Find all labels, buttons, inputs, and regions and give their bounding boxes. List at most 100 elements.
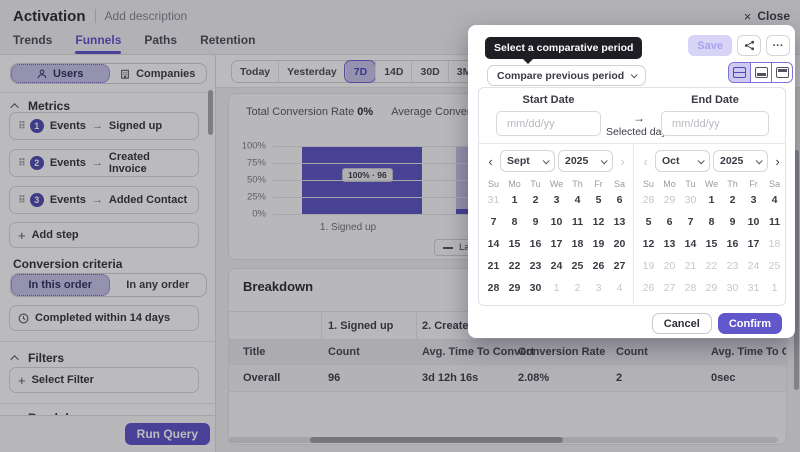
calendar-day[interactable]: 7: [483, 216, 504, 228]
calendar-day[interactable]: 3: [546, 194, 567, 206]
calendar-week-row: 567891011: [638, 211, 785, 233]
calendar-day[interactable]: 11: [567, 216, 588, 228]
calendar-day[interactable]: 6: [609, 194, 630, 206]
calendar-day[interactable]: 17: [743, 238, 764, 250]
year-select[interactable]: 2025: [558, 150, 613, 172]
calendar-day[interactable]: 14: [483, 238, 504, 250]
view-table-button[interactable]: [771, 63, 792, 82]
calendar-day[interactable]: 8: [701, 216, 722, 228]
view-split-button[interactable]: [729, 63, 750, 82]
calendar-day[interactable]: 30: [525, 282, 546, 294]
calendar-day[interactable]: 22: [504, 260, 525, 272]
calendar-day: 21: [680, 260, 701, 272]
calendar-day: 30: [680, 194, 701, 206]
calendar-day[interactable]: 2: [722, 194, 743, 206]
start-date-label: Start Date: [496, 94, 601, 106]
weekday-label: Fr: [743, 179, 764, 189]
confirm-button[interactable]: Confirm: [718, 313, 782, 334]
month-select[interactable]: Sept: [500, 150, 555, 172]
month-select[interactable]: Oct: [655, 150, 710, 172]
calendar-day[interactable]: 5: [588, 194, 609, 206]
calendar-day[interactable]: 14: [680, 238, 701, 250]
weekday-label: Fr: [588, 179, 609, 189]
calendar-day[interactable]: 28: [483, 282, 504, 294]
calendar-day[interactable]: 4: [764, 194, 785, 206]
calendar-day[interactable]: 15: [504, 238, 525, 250]
chevron-down-icon: [543, 157, 550, 164]
calendar-week-row: 12131415161718: [638, 233, 785, 255]
app-window: Activation Add description × Close Trend…: [0, 0, 800, 452]
calendar-day[interactable]: 6: [659, 216, 680, 228]
calendar-day[interactable]: 1: [504, 194, 525, 206]
calendar-day[interactable]: 29: [504, 282, 525, 294]
calendar-day[interactable]: 7: [680, 216, 701, 228]
calendar-day[interactable]: 15: [701, 238, 722, 250]
calendar-day: 22: [701, 260, 722, 272]
arrow-right-icon: →: [622, 111, 656, 125]
calendar-day: 25: [764, 260, 785, 272]
calendar-day[interactable]: 16: [722, 238, 743, 250]
calendar-day[interactable]: 9: [525, 216, 546, 228]
calendar-day[interactable]: 17: [546, 238, 567, 250]
calendar-day[interactable]: 10: [546, 216, 567, 228]
calendar-day[interactable]: 21: [483, 260, 504, 272]
calendar-start-month: ‹Sept2025›SuMoTuWeThFrSa3112345678910111…: [483, 144, 630, 299]
calendar-day: 1: [764, 282, 785, 294]
share-button[interactable]: [737, 35, 761, 56]
calendar-day: 1: [546, 282, 567, 294]
year-value: 2025: [565, 155, 588, 167]
calendar-week-row: 19202122232425: [638, 255, 785, 277]
calendar-day[interactable]: 4: [567, 194, 588, 206]
year-select[interactable]: 2025: [713, 150, 768, 172]
calendar-day[interactable]: 20: [609, 238, 630, 250]
calendar-day: 20: [659, 260, 680, 272]
prev-month-icon[interactable]: ‹: [484, 154, 497, 169]
calendar-day[interactable]: 5: [638, 216, 659, 228]
calendar-day[interactable]: 23: [525, 260, 546, 272]
save-button[interactable]: Save: [688, 35, 732, 56]
cancel-button[interactable]: Cancel: [652, 313, 712, 334]
weekday-label: We: [701, 179, 722, 189]
calendar-day[interactable]: 27: [609, 260, 630, 272]
compare-period-modal: Select a comparative period Save ··· Com…: [468, 25, 795, 338]
comparative-period-tooltip: Select a comparative period: [485, 37, 642, 59]
calendar-day[interactable]: 13: [609, 216, 630, 228]
calendar-day[interactable]: 3: [743, 194, 764, 206]
compare-period-dropdown[interactable]: Compare previous period: [487, 65, 646, 86]
view-chart-button[interactable]: [750, 63, 771, 82]
calendar-day[interactable]: 11: [764, 216, 785, 228]
calendar-day[interactable]: 13: [659, 238, 680, 250]
calendar-day[interactable]: 19: [588, 238, 609, 250]
end-date-input[interactable]: [661, 111, 769, 136]
calendar-day[interactable]: 18: [567, 238, 588, 250]
calendar-day[interactable]: 16: [525, 238, 546, 250]
top-panel-icon: [776, 67, 789, 78]
calendar-week-row: 2627282930311: [638, 277, 785, 299]
year-value: 2025: [720, 155, 743, 167]
calendar-day: 28: [680, 282, 701, 294]
calendar-day[interactable]: 1: [701, 194, 722, 206]
calendar-week-row: 2829301234: [638, 189, 785, 211]
weekday-label: We: [546, 179, 567, 189]
weekday-label: Su: [638, 179, 659, 189]
calendar-day[interactable]: 9: [722, 216, 743, 228]
calendar-day: 30: [722, 282, 743, 294]
calendar-day[interactable]: 2: [525, 194, 546, 206]
calendar-day[interactable]: 12: [588, 216, 609, 228]
more-button[interactable]: ···: [766, 35, 790, 56]
next-month-icon[interactable]: ›: [771, 154, 784, 169]
calendar-day[interactable]: 26: [588, 260, 609, 272]
calendar-day[interactable]: 25: [567, 260, 588, 272]
calendar-day[interactable]: 24: [546, 260, 567, 272]
weekday-row: SuMoTuWeThFrSa: [483, 179, 630, 189]
date-picker-panel: Start Date → Selected days End Date ‹Sep…: [478, 87, 786, 306]
calendar-day[interactable]: 10: [743, 216, 764, 228]
calendar-header: ‹Oct 2025 ›: [638, 144, 785, 176]
weekday-label: Th: [567, 179, 588, 189]
chevron-down-icon: [698, 157, 705, 164]
calendar-day[interactable]: 8: [504, 216, 525, 228]
calendar-day[interactable]: 12: [638, 238, 659, 250]
start-date-input[interactable]: [496, 111, 601, 136]
prev-month-icon: ‹: [639, 154, 652, 169]
compare-period-label: Compare previous period: [497, 70, 624, 82]
